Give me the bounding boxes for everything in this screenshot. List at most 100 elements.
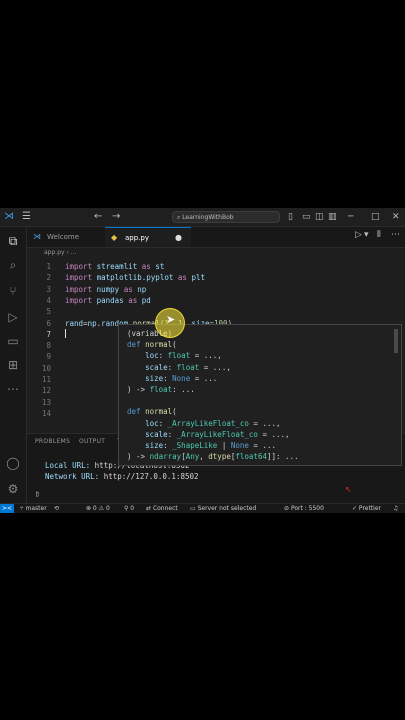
activity-bar: ⧉ ⌕ ⑂ ▷ ▭ ⊞ ⋯ ◯ ⚙ bbox=[0, 227, 27, 503]
more-actions-icon[interactable]: ⋯ bbox=[391, 230, 400, 240]
tooltip-token: : bbox=[163, 441, 173, 450]
tooltip-token: ( bbox=[172, 340, 177, 350]
vscode-icon: ⋊ bbox=[33, 232, 41, 241]
port-label: Port : 5500 bbox=[290, 505, 324, 512]
code-line[interactable]: import matplotlib.pyplot as plt bbox=[65, 273, 205, 282]
tooltip-token: loc bbox=[145, 418, 159, 428]
line-number: 11 bbox=[41, 375, 51, 384]
close-button[interactable]: ✕ bbox=[392, 211, 400, 223]
tooltip-token: = ..., bbox=[257, 429, 290, 439]
tooltip-line: scale: float = ..., bbox=[127, 363, 231, 372]
line-number: 7 bbox=[46, 329, 51, 339]
code-token: numpy bbox=[96, 284, 120, 294]
tooltip-token bbox=[127, 419, 145, 428]
code-line[interactable]: import streamlit as st bbox=[65, 262, 164, 271]
line-number: 12 bbox=[41, 386, 51, 396]
line-number: 9 bbox=[46, 352, 51, 362]
back-arrow-icon[interactable]: ← bbox=[94, 211, 102, 222]
tab-app-py[interactable]: ◆ app.py ● bbox=[105, 227, 191, 247]
tooltip-token: def bbox=[127, 407, 146, 417]
toggle-secondary-sidebar-icon[interactable]: ◫ bbox=[315, 211, 324, 223]
tooltip-line: size: None = ... bbox=[127, 374, 217, 383]
account-icon[interactable]: ◯ bbox=[5, 455, 21, 471]
tooltip-line: scale: _ArrayLikeFloat_co = ..., bbox=[127, 430, 290, 439]
terminal-prompt-cursor[interactable]: ▯ bbox=[35, 489, 40, 498]
connect-status[interactable]: ⇄ Connect bbox=[146, 504, 178, 513]
tooltip-token: float bbox=[149, 385, 173, 394]
tooltip-token bbox=[127, 441, 145, 450]
code-token: import bbox=[65, 273, 97, 283]
editor-tabs: ⋊ Welcome ◆ app.py ● bbox=[27, 227, 405, 248]
code-line[interactable]: import pandas as pd bbox=[65, 296, 151, 305]
prettier-status[interactable]: ✓ Prettier bbox=[352, 504, 381, 513]
tooltip-token bbox=[127, 430, 145, 439]
tooltip-token: normal bbox=[145, 407, 173, 417]
split-editor-icon[interactable]: ⫴ bbox=[377, 230, 381, 240]
explorer-icon[interactable]: ⧉ bbox=[5, 233, 21, 249]
code-token: as bbox=[173, 273, 192, 283]
problems-status[interactable]: ⊗ 0 ⚠ 0 bbox=[86, 504, 110, 513]
run-menu-chevron-icon[interactable]: ▾ bbox=[364, 230, 369, 240]
modified-dot-icon[interactable]: ● bbox=[175, 228, 182, 248]
branch-status[interactable]: ⑂ master bbox=[20, 504, 47, 513]
code-token: plt bbox=[191, 273, 205, 283]
tooltip-token: = ..., bbox=[199, 362, 231, 372]
menu-icon[interactable]: ☰ bbox=[22, 211, 31, 222]
tooltip-token: ( bbox=[172, 407, 177, 417]
connect-label: Connect bbox=[152, 505, 178, 512]
red-pointer-icon: ↖ bbox=[345, 485, 352, 494]
line-number: 5 bbox=[46, 307, 51, 317]
run-icon[interactable]: ▷ bbox=[355, 230, 362, 240]
toggle-sidebar-icon[interactable]: ▯ bbox=[288, 211, 293, 223]
ports-status[interactable]: ⚲ 0 bbox=[124, 504, 134, 513]
settings-gear-icon[interactable]: ⚙ bbox=[5, 481, 21, 497]
minimize-button[interactable]: ─ bbox=[348, 211, 353, 223]
live-server-port[interactable]: ⊘ Port : 5500 bbox=[284, 504, 324, 513]
more-icon[interactable]: ⋯ bbox=[5, 381, 21, 397]
code-token: pd bbox=[141, 295, 151, 305]
tab-problems[interactable]: PROBLEMS bbox=[35, 438, 70, 445]
tab-output[interactable]: OUTPUT bbox=[79, 438, 105, 445]
network-url-link[interactable]: http://127.0.0.1:8502 bbox=[104, 472, 199, 481]
forward-arrow-icon[interactable]: → bbox=[112, 211, 120, 222]
code-token: matplotlib.pyplot bbox=[96, 273, 174, 283]
tooltip-scrollbar[interactable] bbox=[394, 329, 398, 353]
remote-indicator-icon[interactable]: >< bbox=[0, 504, 14, 513]
tooltip-token: float64 bbox=[235, 452, 267, 462]
python-icon: ◆ bbox=[111, 233, 118, 242]
code-line[interactable]: import numpy as np bbox=[65, 285, 146, 294]
toggle-panel-icon[interactable]: ▭ bbox=[302, 211, 311, 223]
tooltip-token: None bbox=[230, 441, 249, 450]
local-url-label: Local URL: bbox=[45, 461, 95, 470]
customize-layout-icon[interactable]: ▥ bbox=[328, 211, 337, 223]
tab-welcome[interactable]: ⋊ Welcome bbox=[27, 227, 105, 247]
tooltip-token: : bbox=[167, 429, 177, 439]
tooltip-token: ) -> bbox=[127, 385, 150, 394]
extensions-icon[interactable]: ⊞ bbox=[5, 357, 21, 373]
tooltip-token: = ..., bbox=[248, 418, 281, 428]
run-debug-icon[interactable]: ▷ bbox=[5, 309, 21, 325]
mouse-pointer-icon: ➤ bbox=[166, 313, 176, 326]
source-control-icon[interactable]: ⑂ bbox=[5, 283, 21, 299]
tooltip-token bbox=[127, 363, 145, 372]
command-center-search[interactable]: ⌕ LearningWithBob bbox=[172, 211, 280, 223]
tooltip-token: def bbox=[127, 340, 146, 350]
tooltip-line: ) -> float: ... bbox=[127, 385, 195, 394]
tooltip-token: : bbox=[158, 418, 168, 428]
maximize-button[interactable]: □ bbox=[371, 211, 380, 223]
line-number: 10 bbox=[41, 363, 51, 373]
breadcrumb[interactable]: app.py › ... bbox=[44, 249, 77, 256]
remote-explorer-icon[interactable]: ▭ bbox=[5, 333, 21, 349]
tab-label: Welcome bbox=[47, 233, 80, 241]
tooltip-token: = ..., bbox=[190, 351, 222, 361]
jupyter-server-status[interactable]: ▭ Server not selected bbox=[190, 504, 256, 513]
tooltip-token: : ... bbox=[172, 385, 195, 394]
notifications-bell-icon[interactable]: ♫ bbox=[393, 504, 398, 513]
tooltip-token: size bbox=[145, 373, 164, 383]
vscode-window: ⋊ ☰ ← → ⌕ LearningWithBob ▯ ▭ ◫ ▥ ─ □ ✕ … bbox=[0, 208, 405, 513]
sync-icon[interactable]: ⟲ bbox=[54, 504, 59, 513]
plug-icon: ⇄ bbox=[146, 505, 153, 512]
search-icon[interactable]: ⌕ bbox=[5, 257, 21, 273]
tooltip-line: loc: float = ..., bbox=[127, 351, 222, 360]
code-token: import bbox=[65, 284, 97, 294]
